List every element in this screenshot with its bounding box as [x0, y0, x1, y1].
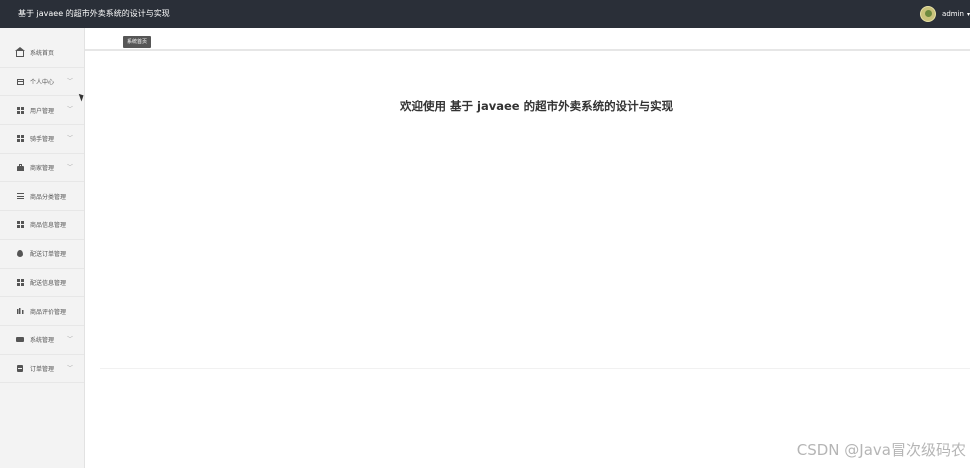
sidebar-item-merchants[interactable]: 商家管理 ﹀	[0, 154, 84, 183]
chevron-down-icon: ﹀	[67, 106, 74, 114]
grid-icon	[16, 135, 24, 143]
app-title: 基于 javaee 的超市外卖系统的设计与实现	[18, 9, 170, 18]
avatar[interactable]	[920, 6, 937, 22]
chevron-down-icon: ﹀	[67, 135, 74, 143]
sidebar-item-orders[interactable]: 订单管理 ﹀	[0, 355, 84, 384]
sidebar-item-label: 个人中心	[30, 79, 55, 87]
sidebar-item-system[interactable]: 系统管理 ﹀	[0, 326, 84, 355]
sidebar-item-label: 配送订单管理	[30, 251, 67, 259]
sidebar-item-users[interactable]: 用户管理 ﹀	[0, 96, 84, 126]
sidebar-item-riders[interactable]: 骑手管理 ﹀	[0, 125, 84, 154]
sidebar-item-label: 商品信息管理	[30, 222, 67, 230]
home-icon	[15, 46, 25, 57]
profile-icon	[16, 78, 24, 86]
chevron-down-icon: ﹀	[67, 77, 74, 85]
chevron-down-icon: ﹀	[67, 335, 74, 343]
divider	[100, 368, 970, 369]
sidebar-item-profile[interactable]: 个人中心 ﹀	[0, 68, 84, 97]
chevron-down-icon: ﹀	[67, 163, 74, 171]
user-name[interactable]: admin	[942, 10, 964, 18]
sidebar-item-delivery-info[interactable]: 配送信息管理	[0, 269, 84, 298]
list-icon	[16, 192, 24, 200]
sidebar-item-label: 骑手管理	[30, 136, 55, 144]
sidebar: 系统首页 个人中心 ﹀ 用户管理 ﹀ 骑手管理 ﹀ 商家管理 ﹀ 商品分类管理	[0, 28, 85, 468]
breadcrumb: 系统首页	[85, 29, 970, 51]
chevron-down-icon: ﹀	[67, 364, 74, 372]
shop-icon	[16, 164, 24, 172]
sidebar-item-label: 用户管理	[30, 107, 55, 115]
grid-icon	[16, 278, 24, 286]
sidebar-menu: 系统首页 个人中心 ﹀ 用户管理 ﹀ 骑手管理 ﹀ 商家管理 ﹀ 商品分类管理	[0, 39, 84, 384]
pin-icon	[16, 250, 24, 258]
breadcrumb-tab-home[interactable]: 系统首页	[123, 36, 152, 48]
sidebar-item-product-info[interactable]: 商品信息管理	[0, 211, 84, 240]
sidebar-item-label: 配送信息管理	[30, 279, 67, 287]
sidebar-item-home[interactable]: 系统首页	[0, 39, 84, 68]
sidebar-item-label: 系统首页	[30, 50, 55, 58]
clipboard-icon	[16, 364, 24, 372]
sidebar-item-label: 商品分类管理	[30, 193, 67, 201]
sidebar-item-label: 商家管理	[30, 165, 55, 173]
watermark: CSDN @Java冒次级码农	[796, 441, 966, 459]
bar-chart-icon	[16, 307, 24, 315]
grid-icon	[16, 106, 24, 114]
sidebar-item-product-reviews[interactable]: 商品评价管理	[0, 297, 84, 326]
welcome-heading: 欢迎使用 基于 javaee 的超市外卖系统的设计与实现	[400, 99, 674, 113]
grid-icon	[16, 221, 24, 229]
sidebar-item-product-categories[interactable]: 商品分类管理	[0, 182, 84, 212]
sidebar-item-label: 系统管理	[30, 337, 55, 345]
top-header: 基于 javaee 的超市外卖系统的设计与实现 admin ▾	[0, 0, 970, 28]
ticket-icon	[16, 336, 24, 344]
sidebar-item-delivery-orders[interactable]: 配送订单管理	[0, 240, 84, 269]
sidebar-item-label: 订单管理	[30, 365, 55, 373]
user-menu[interactable]: admin ▾	[920, 5, 970, 23]
sidebar-item-label: 商品评价管理	[30, 308, 67, 316]
